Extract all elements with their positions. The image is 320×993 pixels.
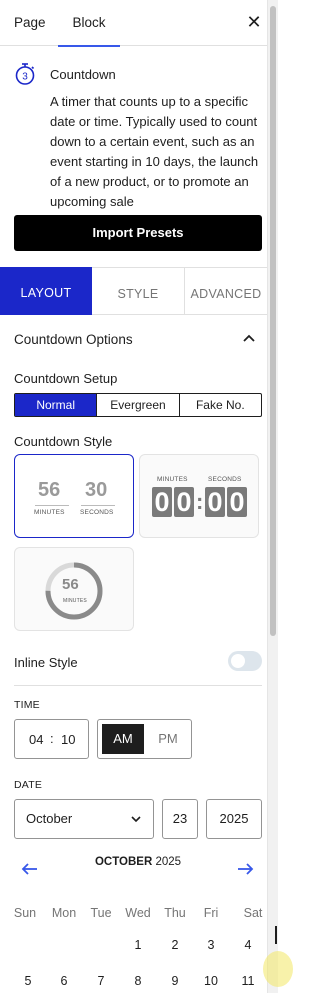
countdown-style-label: Countdown Style — [14, 434, 113, 449]
sidebar-tabs: Page Block ✕ — [0, 0, 267, 47]
stopwatch-icon-digit: 3 — [22, 72, 28, 83]
stopwatch-icon: 3 — [15, 63, 35, 85]
tab-style[interactable]: STYLE — [92, 267, 185, 315]
card2-digit-4: 0 — [227, 487, 247, 517]
import-presets-button[interactable]: Import Presets — [14, 215, 262, 251]
calendar-day[interactable]: 7 — [86, 974, 116, 988]
card2-digit-2: 0 — [174, 487, 194, 517]
card2-colon: : — [196, 489, 204, 514]
setup-option-evergreen[interactable]: Evergreen — [97, 394, 180, 416]
minutes-input[interactable]: 10 — [61, 732, 75, 747]
calendar-day[interactable]: 3 — [196, 938, 226, 952]
countdown-options-title[interactable]: Countdown Options — [14, 332, 133, 347]
block-description: A timer that counts up to a specific dat… — [50, 94, 259, 209]
am-button[interactable]: AM — [102, 724, 144, 754]
inline-style-toggle[interactable] — [228, 651, 262, 671]
inline-style-label: Inline Style — [14, 655, 78, 670]
tab-page[interactable]: Page — [14, 0, 46, 46]
chevron-down-icon — [131, 816, 141, 823]
calendar-day[interactable]: 4 — [233, 938, 263, 952]
card3-value: 56 — [62, 576, 79, 593]
month-value: October — [26, 811, 73, 826]
calendar-day[interactable]: 10 — [196, 974, 226, 988]
calendar-day[interactable]: 2 — [160, 938, 190, 952]
weekday-thu: Thu — [164, 906, 186, 920]
weekday-fri: Fri — [203, 906, 219, 920]
time-separator: : — [50, 731, 54, 746]
card1-minutes-label: MINUTES — [34, 509, 65, 516]
calendar-day[interactable]: 8 — [123, 974, 153, 988]
date-label: DATE — [14, 779, 43, 791]
month-select[interactable]: October — [14, 799, 154, 839]
time-input: 04 : 10 — [14, 719, 89, 759]
cursor-highlight — [263, 951, 293, 987]
scrollbar[interactable] — [267, 0, 278, 993]
side-marker — [275, 926, 277, 944]
countdown-setup-toggle: Normal Evergreen Fake No. — [14, 393, 262, 417]
calendar-day[interactable]: 9 — [160, 974, 190, 988]
calendar-day[interactable]: 5 — [13, 974, 43, 988]
close-icon[interactable]: ✕ — [246, 13, 262, 31]
year-input[interactable]: 2025 — [206, 799, 262, 839]
calendar-title: OCTOBER 2025 — [0, 856, 276, 868]
card2-minutes-label: MINUTES — [157, 476, 188, 483]
time-label: TIME — [14, 699, 40, 711]
weekday-sun: Sun — [13, 906, 37, 920]
card3-label: MINUTES — [63, 598, 87, 604]
calendar-day[interactable]: 1 — [123, 938, 153, 952]
tab-advanced[interactable]: ADVANCED — [185, 267, 267, 315]
card1-seconds-label: SECONDS — [80, 509, 114, 516]
countdown-setup-label: Countdown Setup — [14, 371, 118, 386]
card1-minutes: 56 — [38, 479, 61, 501]
weekday-tue: Tue — [90, 906, 112, 920]
calendar-month: OCTOBER — [94, 856, 153, 868]
tab-block[interactable]: Block — [58, 0, 120, 47]
setup-option-normal[interactable]: Normal — [15, 394, 98, 416]
block-title: Countdown — [50, 67, 116, 82]
weekday-mon: Mon — [51, 906, 77, 920]
calendar-year: 2025 — [155, 856, 182, 868]
style-card-simple[interactable]: 56 30 MINUTES SECONDS — [14, 454, 134, 538]
card2-digit-1: 0 — [152, 487, 172, 517]
arrow-right-icon[interactable] — [236, 862, 254, 876]
scroll-thumb[interactable] — [270, 6, 276, 636]
panel-tabs: LAYOUT STYLE ADVANCED — [0, 267, 267, 315]
pm-button[interactable]: PM — [148, 724, 188, 754]
calendar-day[interactable]: 6 — [49, 974, 79, 988]
divider — [14, 685, 262, 686]
tab-layout[interactable]: LAYOUT — [0, 267, 92, 315]
weekday-sat: Sat — [243, 906, 263, 920]
style-card-flip[interactable]: MINUTES SECONDS 0 0 : 0 0 — [139, 454, 259, 538]
calendar-day[interactable]: 11 — [233, 974, 263, 988]
card1-seconds: 30 — [85, 479, 108, 501]
chevron-up-icon[interactable] — [241, 332, 257, 344]
day-input[interactable]: 23 — [162, 799, 198, 839]
weekday-wed: Wed — [125, 906, 151, 920]
card2-digit-3: 0 — [205, 487, 225, 517]
card2-seconds-label: SECONDS — [208, 476, 242, 483]
hours-input[interactable]: 04 — [29, 732, 43, 747]
style-card-circle[interactable]: 56 MINUTES — [14, 547, 134, 631]
am-pm-toggle: AM PM — [97, 719, 192, 759]
setup-option-fake-no[interactable]: Fake No. — [180, 394, 261, 416]
